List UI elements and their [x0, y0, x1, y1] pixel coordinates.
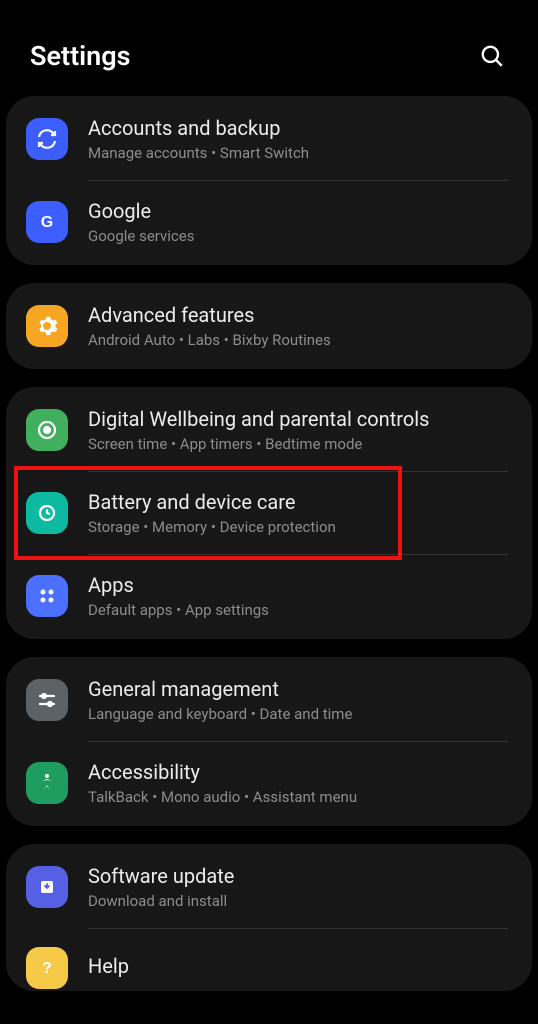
update-icon — [26, 866, 68, 908]
item-title: Accounts and backup — [88, 116, 512, 140]
item-title: Battery and device care — [88, 490, 512, 514]
item-text: Accessibility TalkBack • Mono audio • As… — [88, 760, 512, 806]
settings-item-help[interactable]: ? Help — [6, 929, 532, 989]
settings-item-accounts-backup[interactable]: Accounts and backup Manage accounts • Sm… — [6, 98, 532, 180]
item-subtitle: Screen time • App timers • Bedtime mode — [88, 435, 512, 453]
item-text: Battery and device care Storage • Memory… — [88, 490, 512, 536]
item-subtitle: Storage • Memory • Device protection — [88, 518, 512, 536]
settings-item-battery-device-care[interactable]: Battery and device care Storage • Memory… — [6, 472, 532, 554]
item-text: Software update Download and install — [88, 864, 512, 910]
sync-icon — [26, 118, 68, 160]
item-title: Advanced features — [88, 303, 512, 327]
item-text: Help — [88, 954, 512, 982]
item-text: Digital Wellbeing and parental controls … — [88, 407, 512, 453]
item-title: Accessibility — [88, 760, 512, 784]
item-text: Advanced features Android Auto • Labs • … — [88, 303, 512, 349]
item-title: Software update — [88, 864, 512, 888]
item-text: Apps Default apps • App settings — [88, 573, 512, 619]
item-subtitle: Language and keyboard • Date and time — [88, 705, 512, 723]
help-icon: ? — [26, 947, 68, 989]
item-text: Accounts and backup Manage accounts • Sm… — [88, 116, 512, 162]
accessibility-icon — [26, 762, 68, 804]
item-title: Apps — [88, 573, 512, 597]
settings-item-advanced-features[interactable]: Advanced features Android Auto • Labs • … — [6, 285, 532, 367]
search-button[interactable] — [476, 40, 508, 72]
gear-icon — [26, 305, 68, 347]
item-subtitle: Default apps • App settings — [88, 601, 512, 619]
settings-group: Digital Wellbeing and parental controls … — [6, 387, 532, 639]
svg-text:G: G — [41, 214, 53, 231]
item-title: General management — [88, 677, 512, 701]
settings-group: Advanced features Android Auto • Labs • … — [6, 283, 532, 369]
item-text: Google Google services — [88, 199, 512, 245]
page-title: Settings — [30, 40, 131, 72]
wellbeing-icon — [26, 409, 68, 451]
settings-item-accessibility[interactable]: Accessibility TalkBack • Mono audio • As… — [6, 742, 532, 824]
svg-text:?: ? — [42, 960, 52, 977]
settings-item-general-management[interactable]: General management Language and keyboard… — [6, 659, 532, 741]
item-title: Digital Wellbeing and parental controls — [88, 407, 512, 431]
device-care-icon — [26, 492, 68, 534]
settings-item-digital-wellbeing[interactable]: Digital Wellbeing and parental controls … — [6, 389, 532, 471]
item-subtitle: Manage accounts • Smart Switch — [88, 144, 512, 162]
settings-item-google[interactable]: G Google Google services — [6, 181, 532, 263]
header: Settings — [0, 0, 538, 96]
settings-item-software-update[interactable]: Software update Download and install — [6, 846, 532, 928]
google-icon: G — [26, 201, 68, 243]
apps-icon — [26, 575, 68, 617]
item-subtitle: Google services — [88, 227, 512, 245]
item-title: Help — [88, 954, 512, 978]
item-subtitle: Download and install — [88, 892, 512, 910]
item-text: General management Language and keyboard… — [88, 677, 512, 723]
settings-item-apps[interactable]: Apps Default apps • App settings — [6, 555, 532, 637]
settings-group: Accounts and backup Manage accounts • Sm… — [6, 96, 532, 265]
item-title: Google — [88, 199, 512, 223]
search-icon — [479, 43, 505, 69]
settings-group: General management Language and keyboard… — [6, 657, 532, 826]
sliders-icon — [26, 679, 68, 721]
item-subtitle: TalkBack • Mono audio • Assistant menu — [88, 788, 512, 806]
item-subtitle: Android Auto • Labs • Bixby Routines — [88, 331, 512, 349]
settings-group: Software update Download and install ? H… — [6, 844, 532, 991]
